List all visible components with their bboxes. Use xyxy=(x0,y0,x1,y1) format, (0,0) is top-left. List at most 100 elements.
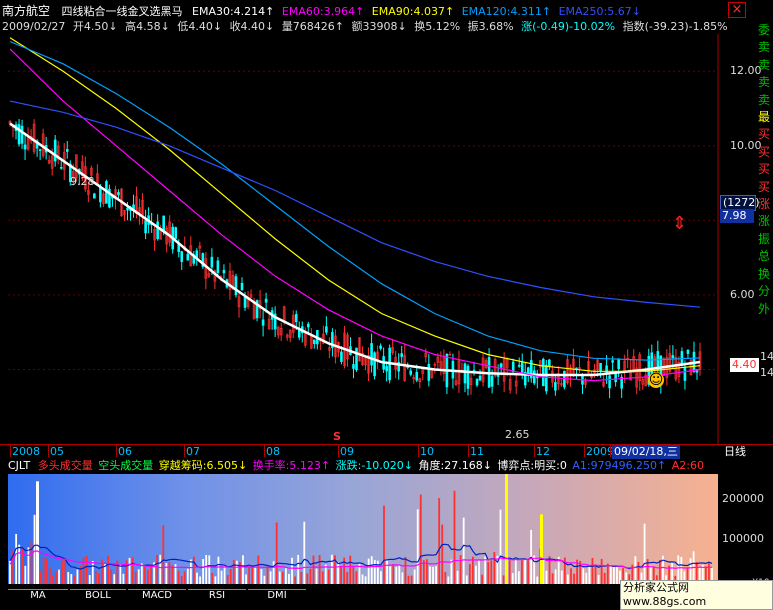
time-axis-tick xyxy=(610,445,611,457)
volume-chart[interactable] xyxy=(8,474,718,584)
volume-bar xyxy=(582,568,585,584)
candle-body xyxy=(526,367,530,374)
volume-bar xyxy=(183,571,186,584)
volume-bar xyxy=(58,569,60,584)
volume-bar xyxy=(196,572,198,584)
vol-axis-label-1: 200000 xyxy=(722,492,764,505)
time-axis-tick xyxy=(338,445,339,457)
volume-bar xyxy=(134,571,137,584)
formula-name: 四线粘合一线金叉选黑马 xyxy=(61,5,183,18)
tab-macd[interactable]: MACD xyxy=(128,589,186,603)
turnover-rate-label: 换手率:5.123↑ xyxy=(252,459,331,472)
volume-bar xyxy=(248,566,251,584)
candle-body xyxy=(53,139,57,162)
volume-bar xyxy=(306,573,309,584)
current-price-label: 7.98 xyxy=(720,209,754,223)
volume-bar xyxy=(499,509,502,584)
volume-bar xyxy=(180,576,183,584)
volume-bar xyxy=(113,574,116,584)
volume-bar xyxy=(511,573,514,584)
period-label[interactable]: 日线 xyxy=(724,445,746,459)
volume-bar xyxy=(588,565,591,584)
right-panel-item: 卖 xyxy=(758,57,771,72)
volume-bar xyxy=(242,555,244,584)
volume-bar xyxy=(177,570,180,584)
ema-line-ema250 xyxy=(9,100,701,308)
time-axis-label: 08 xyxy=(266,445,280,458)
volume-bar xyxy=(150,564,152,584)
price-axis-label: 10.00 xyxy=(730,138,762,152)
candle-body xyxy=(325,326,328,333)
time-axis-tick xyxy=(10,445,11,457)
long-volume-label: 多头成交量 xyxy=(37,459,93,472)
volume-bar xyxy=(186,568,189,584)
volume-bar xyxy=(257,555,260,584)
volume-bar xyxy=(269,571,272,584)
volume-bar xyxy=(168,562,171,584)
quote-index: 指数(-39.23)-1.85% xyxy=(622,20,728,33)
indicator-header: CJLT 多头成交量 空头成交量 穿越筹码:6.505↓ 换手率:5.123↑ … xyxy=(8,459,704,473)
volume-bar xyxy=(297,554,300,584)
volume-bar xyxy=(300,571,303,584)
volume-bar xyxy=(303,521,306,584)
volume-bar xyxy=(61,560,64,584)
volume-bar xyxy=(597,575,600,584)
candle-body xyxy=(162,215,165,232)
volume-bar xyxy=(514,557,517,584)
candle-body xyxy=(475,379,479,386)
volume-bar xyxy=(330,554,333,584)
candle-body xyxy=(409,370,413,375)
candle-body xyxy=(611,360,614,363)
volume-bar xyxy=(223,565,226,584)
tab-boll[interactable]: BOLL xyxy=(70,589,126,603)
volume-bar xyxy=(147,570,149,584)
updown-arrow-icon[interactable]: ⇕ xyxy=(672,214,687,234)
tab-dmi[interactable]: DMI xyxy=(248,589,306,603)
time-axis-label: 12 xyxy=(536,445,550,458)
volume-bar xyxy=(309,568,312,584)
volume-bar xyxy=(471,556,474,584)
smiley-icon[interactable]: ☺ xyxy=(648,372,664,388)
volume-bar xyxy=(340,566,342,584)
volume-bar xyxy=(508,560,511,584)
angle-label: 角度:27.168↓ xyxy=(418,459,492,472)
volume-bar xyxy=(42,556,45,584)
volume-bar xyxy=(202,559,205,584)
volume-bar xyxy=(358,562,361,584)
candle-body xyxy=(17,124,21,145)
volume-bar xyxy=(214,576,217,584)
tab-rsi[interactable]: RSI xyxy=(188,589,246,603)
candle-body xyxy=(490,375,494,387)
volume-bar xyxy=(373,559,376,584)
volume-bar xyxy=(361,574,364,584)
candle-body xyxy=(352,364,355,369)
right-panel-item: 分 xyxy=(758,284,771,299)
volume-bar xyxy=(521,560,523,584)
candle-body xyxy=(180,251,184,262)
volume-bar xyxy=(419,494,422,584)
volume-bar xyxy=(401,572,404,584)
time-axis-label: 10 xyxy=(420,445,434,458)
indicator-name[interactable]: CJLT xyxy=(8,459,30,472)
time-axis-label: 11 xyxy=(470,445,484,458)
volume-bar xyxy=(613,566,615,584)
time-axis-label: 2008 xyxy=(12,445,40,458)
vol-axis-label-2: 100000 xyxy=(722,532,764,545)
volume-bar xyxy=(591,557,594,584)
volume-bar xyxy=(245,574,247,584)
volume-bar xyxy=(567,574,569,584)
volume-bar xyxy=(367,558,370,584)
volume-bar xyxy=(435,566,438,584)
close-button[interactable]: × xyxy=(728,2,746,18)
volume-bar xyxy=(275,522,278,584)
tab-ma[interactable]: MA xyxy=(8,589,68,603)
candle-body xyxy=(427,363,431,381)
candle-body xyxy=(313,339,316,344)
volume-bar xyxy=(380,571,382,584)
candle-body xyxy=(216,260,220,273)
volume-bar xyxy=(383,505,385,584)
candle-body xyxy=(65,149,69,152)
candle-body xyxy=(466,365,470,389)
time-axis-tick xyxy=(264,445,265,457)
stock-name[interactable]: 南方航空 xyxy=(2,4,50,18)
